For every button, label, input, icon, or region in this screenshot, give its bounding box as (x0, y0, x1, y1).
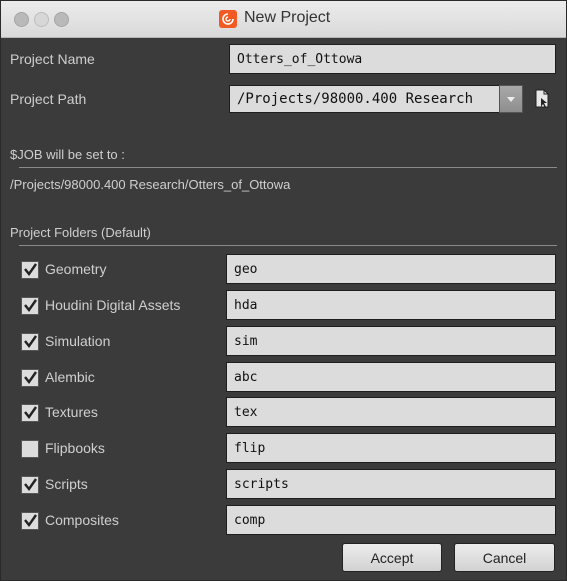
folder-label: Scripts (45, 476, 88, 492)
checkmark-icon (24, 406, 37, 420)
folder-name-field[interactable]: abc (226, 362, 556, 392)
houdini-logo-icon (219, 10, 237, 28)
chevron-down-icon (507, 97, 515, 102)
folder-name-field[interactable]: geo (226, 254, 556, 284)
project-path-label: Project Path (10, 91, 87, 107)
folder-label: Simulation (45, 333, 111, 349)
folder-checkbox[interactable] (21, 261, 39, 279)
job-label: $JOB will be set to : (10, 147, 125, 162)
folder-name-field[interactable]: hda (226, 290, 556, 320)
folder-checkbox[interactable] (21, 404, 39, 422)
project-name-label: Project Name (10, 51, 95, 67)
minimize-window-button[interactable] (34, 12, 49, 27)
checkmark-icon (24, 335, 37, 349)
folder-label: Geometry (45, 261, 107, 277)
folder-name-field[interactable]: comp (226, 505, 556, 535)
project-path-field[interactable]: /Projects/98000.400 Research (229, 85, 500, 113)
cancel-button[interactable]: Cancel (454, 543, 555, 572)
folder-checkbox[interactable] (21, 476, 39, 494)
window-title: New Project (244, 9, 331, 26)
folder-name-field[interactable]: scripts (226, 469, 556, 499)
checkmark-icon (24, 299, 37, 313)
job-path-value: /Projects/98000.400 Research/Otters_of_O… (10, 177, 291, 192)
accept-button[interactable]: Accept (342, 543, 442, 572)
folder-name-field[interactable]: sim (226, 326, 556, 356)
file-browse-icon[interactable] (532, 88, 552, 110)
project-folders-heading: Project Folders (Default) (10, 225, 151, 240)
folder-checkbox[interactable] (21, 333, 39, 351)
folder-label: Alembic (45, 369, 95, 385)
folder-label: Flipbooks (45, 440, 105, 456)
folders-divider (19, 245, 557, 246)
folder-checkbox[interactable] (21, 512, 39, 530)
folder-label: Textures (45, 404, 98, 420)
title-bar: New Project (1, 1, 566, 38)
new-project-dialog: New Project Project Name Otters_of_Ottow… (0, 0, 567, 581)
folder-name-field[interactable]: flip (226, 433, 556, 463)
folder-name-field[interactable]: tex (226, 397, 556, 427)
job-divider (19, 167, 557, 168)
checkmark-icon (24, 514, 37, 528)
folder-checkbox[interactable] (21, 297, 39, 315)
checkmark-icon (24, 478, 37, 492)
folder-checkbox[interactable] (21, 369, 39, 387)
project-name-field[interactable]: Otters_of_Ottowa (229, 44, 556, 74)
checkmark-icon (24, 371, 37, 385)
folder-checkbox[interactable] (21, 440, 39, 458)
checkmark-icon (24, 263, 37, 277)
folder-label: Composites (45, 512, 119, 528)
zoom-window-button[interactable] (54, 12, 69, 27)
folder-label: Houdini Digital Assets (45, 297, 181, 313)
project-path-dropdown-button[interactable] (499, 85, 523, 113)
close-window-button[interactable] (14, 12, 29, 27)
